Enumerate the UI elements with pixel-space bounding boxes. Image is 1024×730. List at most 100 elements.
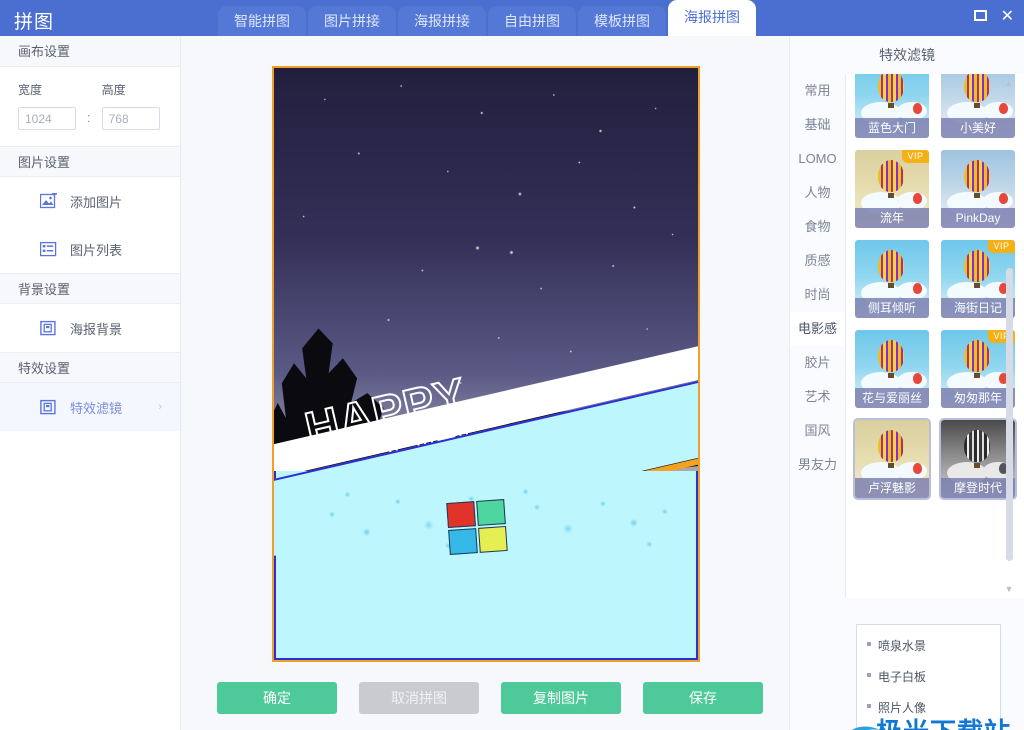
small-balloon-icon (913, 103, 922, 114)
section-effect-settings: 特效设置 (0, 352, 180, 383)
balloon-icon (964, 160, 990, 192)
section-canvas-settings: 画布设置 (0, 36, 180, 67)
height-input[interactable] (101, 107, 160, 130)
filter-thumbnail-lufumeiying[interactable]: 卢浮魅影 (853, 418, 931, 500)
sidebar-item-label: 添加图片 (70, 194, 123, 210)
save-button[interactable]: 保存 (643, 682, 763, 714)
scroll-up-icon[interactable]: ▲ (1004, 78, 1014, 88)
balloon-icon (878, 160, 904, 192)
balloon-basket (974, 373, 980, 378)
tab-smart-collage[interactable]: 智能拼图 (218, 6, 306, 36)
filter-name: 卢浮魅影 (855, 478, 929, 498)
filter-thumbnail-grid: 蓝色大门 小美好 VIP 流年 PinkDay 侧耳倾听 VIP 海街日记 花与… (847, 74, 1024, 598)
balloon-basket (888, 193, 894, 198)
width-field-group: 宽度 (18, 81, 76, 130)
category-guofeng[interactable]: 国风 (790, 414, 845, 448)
sidebar-item-poster-background[interactable]: 海报背景 (0, 304, 180, 352)
balloon-icon (964, 250, 990, 282)
vip-badge: VIP (902, 150, 929, 163)
cancel-collage-button[interactable]: 取消拼图 (359, 682, 479, 714)
add-image-icon (40, 192, 57, 210)
category-renwu[interactable]: 人物 (790, 176, 845, 210)
maximize-icon[interactable] (973, 7, 987, 27)
category-shiwu[interactable]: 食物 (790, 210, 845, 244)
sidebar-item-image-list[interactable]: 图片列表 (0, 225, 180, 273)
list-item[interactable]: 喷泉水景 (867, 637, 1000, 654)
filter-category-list: 常用 基础 LOMO 人物 食物 质感 时尚 电影感 胶片 艺术 国风 男友力 (790, 74, 846, 598)
sidebar-item-label: 海报背景 (70, 321, 123, 337)
tab-bar: 智能拼图 图片拼接 海报拼接 自由拼图 模板拼图 海报拼图 (218, 0, 758, 36)
width-label: 宽度 (18, 83, 43, 97)
height-label: 高度 (101, 83, 126, 97)
balloon-icon (878, 340, 904, 372)
list-item[interactable]: 照片人像 (867, 699, 1000, 716)
small-balloon-icon (913, 193, 922, 204)
small-balloon-icon (913, 463, 922, 474)
app-title: 拼图 (14, 12, 55, 33)
category-yishu[interactable]: 艺术 (790, 380, 845, 414)
sidebar-item-add-image[interactable]: 添加图片 (0, 177, 180, 225)
balloon-icon (964, 430, 990, 462)
sidebar-item-filter[interactable]: 特效滤镜 › (0, 383, 180, 431)
balloon-basket (888, 463, 894, 468)
scrollbar-track[interactable] (1006, 90, 1013, 582)
tab-template-collage[interactable]: 模板拼图 (578, 6, 666, 36)
right-panel-title: 特效滤镜 (879, 47, 935, 63)
confirm-button[interactable]: 确定 (217, 682, 337, 714)
left-sidebar: 画布设置 宽度 : 高度 图片设置 添 (0, 36, 181, 730)
category-nanyouli[interactable]: 男友力 (790, 448, 845, 482)
tab-free-collage[interactable]: 自由拼图 (488, 6, 576, 36)
list-item[interactable]: 电子白板 (867, 668, 1000, 685)
scrollbar-thumb[interactable] (1006, 268, 1013, 561)
balloon-basket (888, 103, 894, 108)
section-image-settings: 图片设置 (0, 146, 180, 177)
title-bar: 拼图 智能拼图 图片拼接 海报拼接 自由拼图 模板拼图 海报拼图 ✕ (0, 0, 1024, 36)
image-list-icon (40, 241, 57, 258)
application-window: 拼图 智能拼图 图片拼接 海报拼接 自由拼图 模板拼图 海报拼图 ✕ 画布设置 … (0, 0, 1024, 730)
balloon-icon (964, 340, 990, 372)
small-balloon-icon (913, 283, 922, 294)
category-jiaopian[interactable]: 胶片 (790, 346, 845, 380)
height-field-group: 高度 (101, 81, 160, 130)
balloon-basket (974, 193, 980, 198)
sidebar-item-label: 图片列表 (70, 242, 123, 258)
filter-browser: 常用 基础 LOMO 人物 食物 质感 时尚 电影感 胶片 艺术 国风 男友力 (790, 74, 1024, 598)
poster-background-icon (40, 320, 57, 337)
filter-thumbnail-lansedamen[interactable]: 蓝色大门 (855, 74, 929, 138)
window-controls: ✕ (973, 7, 1014, 27)
category-jichu[interactable]: 基础 (790, 108, 845, 142)
scroll-down-icon[interactable]: ▼ (1004, 584, 1014, 594)
category-zhigan[interactable]: 质感 (790, 244, 845, 278)
category-shishang[interactable]: 时尚 (790, 278, 845, 312)
small-balloon-icon (913, 373, 922, 384)
windows-logo-graphic (446, 498, 508, 555)
chevron-right-icon: › (158, 401, 162, 413)
tab-image-stitch[interactable]: 图片拼接 (308, 6, 396, 36)
balloon-basket (974, 463, 980, 468)
category-changyong[interactable]: 常用 (790, 74, 845, 108)
balloon-basket (888, 283, 894, 288)
poster-preview[interactable]: HAPPY LIFE (272, 66, 700, 662)
close-icon[interactable]: ✕ (1001, 7, 1014, 27)
category-lomo[interactable]: LOMO (790, 142, 845, 176)
filter-name: 花与爱丽丝 (855, 388, 929, 408)
balloon-icon (964, 74, 990, 102)
section-background-settings: 背景设置 (0, 273, 180, 304)
width-input[interactable] (18, 107, 76, 130)
selected-image-layer[interactable] (274, 377, 698, 660)
balloon-basket (974, 103, 980, 108)
filter-thumbnail-liunian[interactable]: VIP 流年 (855, 150, 929, 228)
balloon-icon (878, 430, 904, 462)
tab-poster-stitch[interactable]: 海报拼接 (398, 6, 486, 36)
balloon-basket (974, 283, 980, 288)
filter-thumbnail-ceerqingting[interactable]: 侧耳倾听 (855, 240, 929, 318)
balloon-basket (888, 373, 894, 378)
filter-thumbnail-huayuaialisi[interactable]: 花与爱丽丝 (855, 330, 929, 408)
balloon-icon (878, 74, 904, 102)
copy-image-button[interactable]: 复制图片 (501, 682, 621, 714)
filter-scrollbar[interactable]: ▲ ▼ (999, 74, 1021, 598)
filter-icon (40, 399, 57, 416)
tab-poster-collage[interactable]: 海报拼图 (668, 0, 756, 36)
category-dianyinggan[interactable]: 电影感 (790, 312, 845, 346)
filter-name: 蓝色大门 (855, 118, 929, 138)
